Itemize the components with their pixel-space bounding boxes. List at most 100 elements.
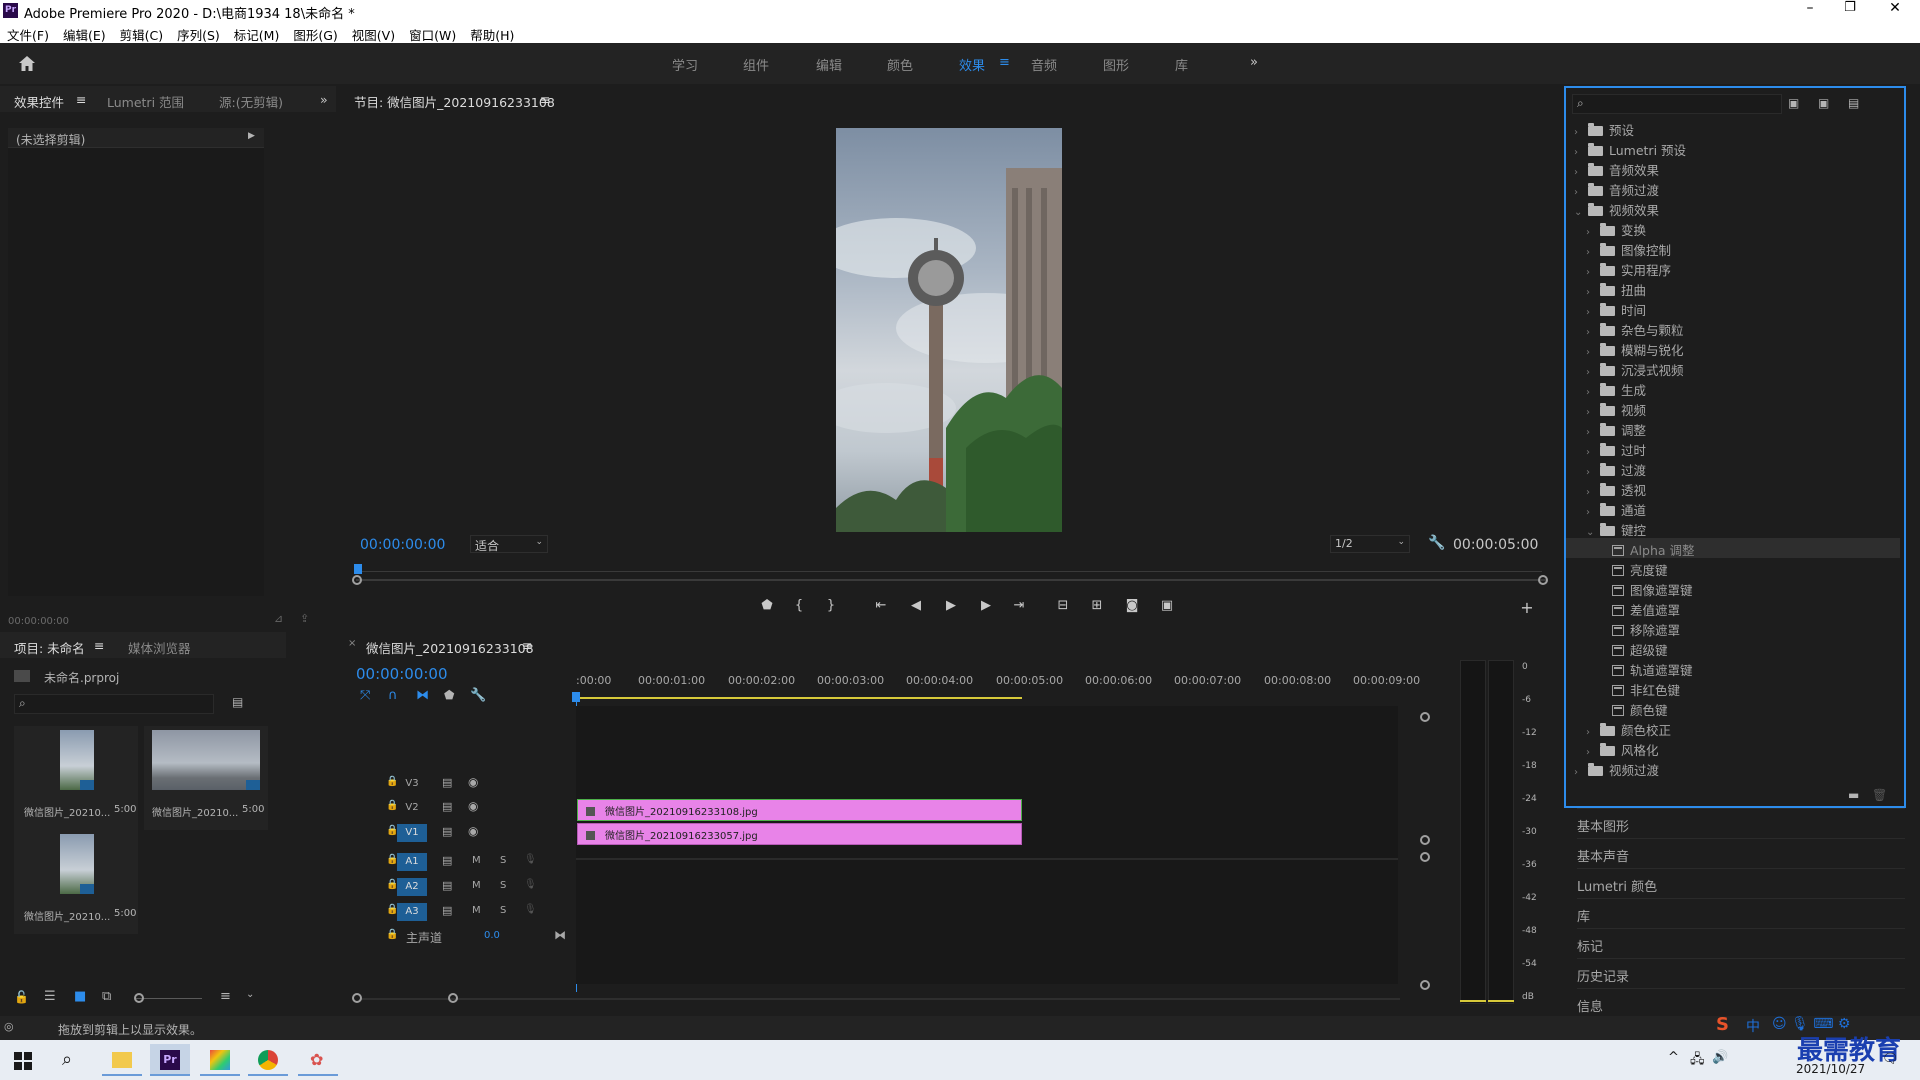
chevron-right-icon[interactable]: › [1586, 387, 1596, 398]
track-area[interactable] [576, 706, 1398, 984]
accelerated-effects-icon[interactable]: ▣ [1788, 96, 1799, 110]
effect-item[interactable]: 移除遮罩 [1566, 618, 1900, 638]
track-label[interactable]: V1 [397, 824, 427, 842]
go-to-in-icon[interactable]: ⇤ [870, 598, 892, 613]
effect-item[interactable]: 亮度键 [1566, 558, 1900, 578]
notification-icon[interactable]: 🗨 [1882, 1052, 1899, 1067]
chevron-right-icon[interactable]: › [1586, 747, 1596, 758]
effects-folder[interactable]: › 预设 [1566, 118, 1900, 138]
effects-folder[interactable]: › 杂色与颗粒 [1566, 318, 1900, 338]
maximize-icon[interactable]: ❐ [1835, 0, 1865, 15]
premiere-taskbar-icon[interactable]: Pr [150, 1044, 190, 1076]
fit-dropdown[interactable]: 适合 ⌄ [470, 535, 548, 553]
video-scroll-handle[interactable] [1420, 835, 1430, 845]
project-item[interactable]: 微信图片_20210... 5:00 [14, 830, 138, 934]
workspace-assembly[interactable]: 组件 [743, 55, 769, 74]
effects-folder[interactable]: › 调整 [1566, 418, 1900, 438]
extract-icon[interactable]: ⊞ [1086, 598, 1108, 613]
audio-scroll-handle[interactable] [1420, 852, 1430, 862]
workspace-graphics[interactable]: 图形 [1103, 55, 1129, 74]
nest-icon[interactable]: ⤧ [360, 688, 370, 703]
play-icon[interactable]: ▶ [940, 598, 962, 613]
panel-history[interactable]: 历史记录 [1577, 958, 1905, 986]
panel-menu-icon[interactable]: ≡ [76, 92, 86, 107]
new-bin-icon[interactable]: ▤ [232, 695, 243, 709]
chevron-down-icon[interactable]: ⌄ [1574, 207, 1584, 218]
timeline-menu-icon[interactable]: ≡ [522, 638, 532, 653]
go-to-out-icon[interactable]: ⇥ [1008, 598, 1030, 613]
chevron-right-icon[interactable]: › [1574, 187, 1584, 198]
project-search-input[interactable]: ⌕ [14, 694, 214, 714]
snap-magnet-icon[interactable]: ∩ [388, 688, 398, 703]
feather-app-icon[interactable]: ✿ [298, 1044, 338, 1076]
panel-libraries[interactable]: 库 [1577, 898, 1905, 926]
lock-icon[interactable]: 🔓 [14, 990, 29, 1004]
lock-icon[interactable]: 🔒 [386, 929, 398, 940]
time-ruler[interactable]: :00:00 00:00:01:00 00:00:02:00 00:00:03:… [576, 674, 1420, 704]
zoom-handle-right[interactable] [448, 993, 458, 1003]
effect-item[interactable]: 图像遮罩键 [1566, 578, 1900, 598]
add-marker-icon[interactable]: ⬟ [756, 598, 778, 613]
tab-lumetri-scopes[interactable]: Lumetri 范围 [107, 92, 184, 111]
solo-button[interactable]: S [500, 880, 506, 891]
audio-scroll-handle[interactable] [1420, 980, 1430, 990]
zoom-handle-left[interactable] [352, 993, 362, 1003]
sync-lock-icon[interactable]: ▤ [442, 854, 452, 867]
menu-marker[interactable]: 标记(M) [227, 22, 287, 44]
effects-folder[interactable]: › 扭曲 [1566, 278, 1900, 298]
chevron-right-icon[interactable]: › [1586, 467, 1596, 478]
chevron-right-icon[interactable]: › [1586, 307, 1596, 318]
mute-button[interactable]: M [472, 880, 481, 891]
effect-item[interactable]: 超级键 [1566, 638, 1900, 658]
effects-folder[interactable]: › 过时 [1566, 438, 1900, 458]
step-forward-icon[interactable]: ▶ [975, 598, 997, 613]
panel-markers[interactable]: 标记 [1577, 928, 1905, 956]
program-monitor-menu-icon[interactable]: ≡ [540, 92, 550, 107]
workspace-menu-icon[interactable]: ≡ [999, 55, 1010, 70]
effects-search-input[interactable]: ⌕ [1572, 94, 1782, 114]
tray-chevron-icon[interactable]: ^ [1668, 1050, 1679, 1065]
sync-lock-icon[interactable]: ▤ [442, 776, 452, 789]
work-area-bar[interactable] [576, 697, 1022, 699]
chevron-right-icon[interactable]: › [1586, 727, 1596, 738]
master-volume-value[interactable]: 0.0 [484, 930, 500, 941]
project-item[interactable]: 微信图片_20210... 5:00 [144, 726, 268, 830]
microphone-icon[interactable]: 🎙 [524, 854, 537, 865]
zoom-handle-right[interactable] [1538, 575, 1548, 585]
32bit-effects-icon[interactable]: ▣ [1818, 96, 1829, 110]
mark-in-icon[interactable]: { [788, 598, 810, 613]
resolution-dropdown[interactable]: 1/2 ⌄ [1330, 535, 1410, 553]
effects-folder[interactable]: › 实用程序 [1566, 258, 1900, 278]
effects-folder[interactable]: › Lumetri 预设 [1566, 138, 1900, 158]
chevron-right-icon[interactable]: › [1574, 147, 1584, 158]
effects-folder[interactable]: › 透视 [1566, 478, 1900, 498]
effects-folder[interactable]: › 视频过渡 [1566, 758, 1900, 778]
timeline-settings-wrench-icon[interactable]: 🔧 [470, 688, 486, 703]
freeform-view-icon[interactable]: ⧉ [102, 989, 111, 1004]
app-taskbar-icon[interactable] [200, 1044, 240, 1076]
mark-out-icon[interactable]: } [820, 598, 842, 613]
wrench-icon[interactable]: 🔧 [1428, 535, 1445, 551]
effects-folder[interactable]: › 图像控制 [1566, 238, 1900, 258]
effects-folder[interactable]: › 音频过渡 [1566, 178, 1900, 198]
menu-window[interactable]: 窗口(W) [402, 22, 463, 44]
chevron-down-icon[interactable]: ⌄ [1586, 527, 1596, 538]
menu-file[interactable]: 文件(F) [0, 22, 56, 44]
workspace-more-icon[interactable]: » [1250, 55, 1258, 70]
microphone-icon[interactable]: 🎙 [524, 879, 537, 890]
thumbnail-size-slider[interactable] [136, 998, 202, 999]
mute-button[interactable]: M [472, 905, 481, 916]
chevron-right-icon[interactable]: › [1586, 407, 1596, 418]
track-label[interactable]: V2 [397, 799, 427, 817]
chevron-right-icon[interactable]: › [1586, 367, 1596, 378]
chevron-right-icon[interactable]: › [1586, 327, 1596, 338]
compare-view-icon[interactable]: ▣ [1156, 598, 1178, 613]
ime-mode-label[interactable]: 中 [1746, 1016, 1760, 1036]
project-item[interactable]: 微信图片_20210... 5:00 [14, 726, 138, 830]
project-menu-icon[interactable]: ≡ [94, 638, 104, 653]
video-scroll-handle[interactable] [1420, 712, 1430, 722]
camera-icon[interactable]: ◙ [1121, 598, 1143, 613]
solo-button[interactable]: S [500, 905, 506, 916]
go-to-end-icon[interactable]: ⧓ [554, 928, 566, 942]
timeline-timecode[interactable]: 00:00:00:00 [356, 665, 448, 683]
